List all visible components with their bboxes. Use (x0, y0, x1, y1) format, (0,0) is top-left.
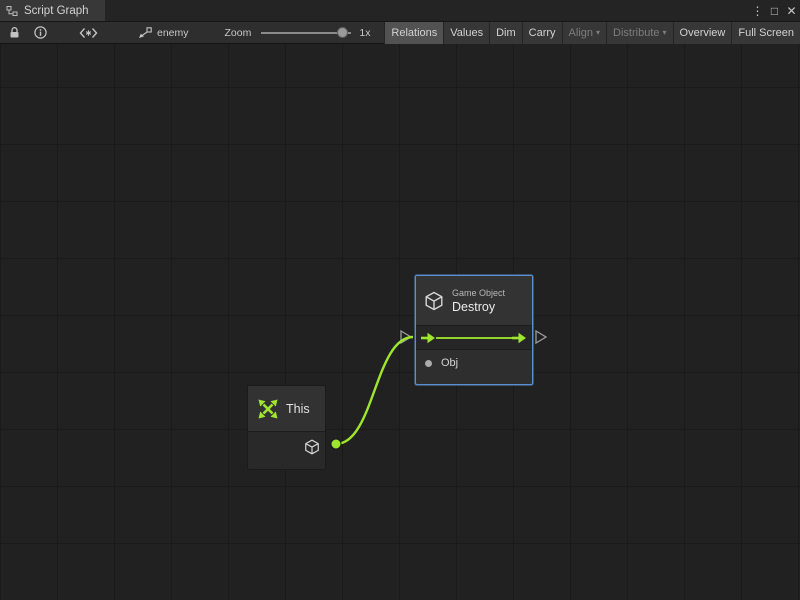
graph-toolbar: enemy Zoom 1x Relations Values Dim Carry… (0, 22, 800, 44)
flow-relation-line (436, 337, 512, 339)
values-button[interactable]: Values (443, 22, 489, 44)
zoom-slider[interactable] (261, 27, 351, 39)
window-menu-button[interactable]: ⋮ (749, 0, 766, 21)
info-icon[interactable] (30, 22, 50, 44)
node-destroy-obj-row: Obj (416, 350, 532, 376)
node-this-title: This (286, 402, 310, 416)
overview-button[interactable]: Overview (673, 22, 732, 44)
node-this-header: This (248, 386, 325, 432)
gameobject-cube-icon (424, 291, 444, 311)
node-destroy-flow-row (416, 326, 532, 350)
graph-pointer-icon (138, 27, 152, 39)
flow-out-arrow-icon[interactable] (512, 331, 527, 345)
script-graph-icon (6, 5, 18, 17)
this-gameobject-output-port[interactable] (331, 439, 341, 449)
flow-in-arrow-icon[interactable] (421, 331, 436, 345)
connection-edge-this-to-destroy[interactable] (336, 337, 413, 444)
align-dropdown-button[interactable]: Align ▾ (562, 22, 606, 44)
zoom-value: 1x (359, 27, 370, 39)
node-destroy-title: Destroy (452, 300, 505, 314)
toolbar-button-group: Relations Values Dim Carry Align ▾ Distr… (384, 22, 800, 44)
tab-title: Script Graph (24, 5, 89, 17)
distribute-label: Distribute (613, 27, 659, 39)
fullscreen-button[interactable]: Full Screen (731, 22, 800, 44)
relations-button[interactable]: Relations (384, 22, 443, 44)
script-graph-window: Script Graph ⋮ □ ✕ (0, 0, 800, 600)
destroy-control-input-port[interactable] (401, 331, 411, 343)
obj-input-port[interactable] (425, 360, 432, 367)
obj-port-label: Obj (441, 357, 458, 369)
tab-script-graph[interactable]: Script Graph (0, 0, 105, 21)
node-this[interactable]: This (247, 385, 326, 470)
graph-canvas[interactable]: This Game Object Destroy (0, 44, 800, 600)
node-destroy-category: Game Object (452, 288, 505, 298)
graph-name-label: enemy (157, 27, 189, 39)
window-close-button[interactable]: ✕ (783, 0, 800, 21)
graph-breadcrumb[interactable]: enemy (138, 27, 189, 39)
carry-button[interactable]: Carry (522, 22, 562, 44)
chevron-down-icon: ▾ (663, 29, 667, 37)
dim-button[interactable]: Dim (489, 22, 522, 44)
titlebar-spacer (105, 0, 749, 21)
align-label: Align (569, 27, 593, 39)
window-maximize-button[interactable]: □ (766, 0, 783, 21)
code-preview-icon[interactable] (78, 22, 98, 44)
node-destroy-titles: Game Object Destroy (452, 288, 505, 314)
zoom-label: Zoom (225, 27, 252, 39)
lock-icon[interactable] (4, 22, 24, 44)
window-titlebar: Script Graph ⋮ □ ✕ (0, 0, 800, 22)
node-destroy-header: Game Object Destroy (416, 276, 532, 326)
zoom-slider-handle[interactable] (337, 27, 348, 38)
move-arrows-icon (257, 398, 279, 420)
chevron-down-icon: ▾ (596, 29, 600, 37)
destroy-control-output-port[interactable] (536, 331, 546, 343)
gameobject-cube-icon (304, 439, 320, 455)
node-destroy[interactable]: Game Object Destroy Obj (415, 275, 533, 385)
distribute-dropdown-button[interactable]: Distribute ▾ (606, 22, 672, 44)
